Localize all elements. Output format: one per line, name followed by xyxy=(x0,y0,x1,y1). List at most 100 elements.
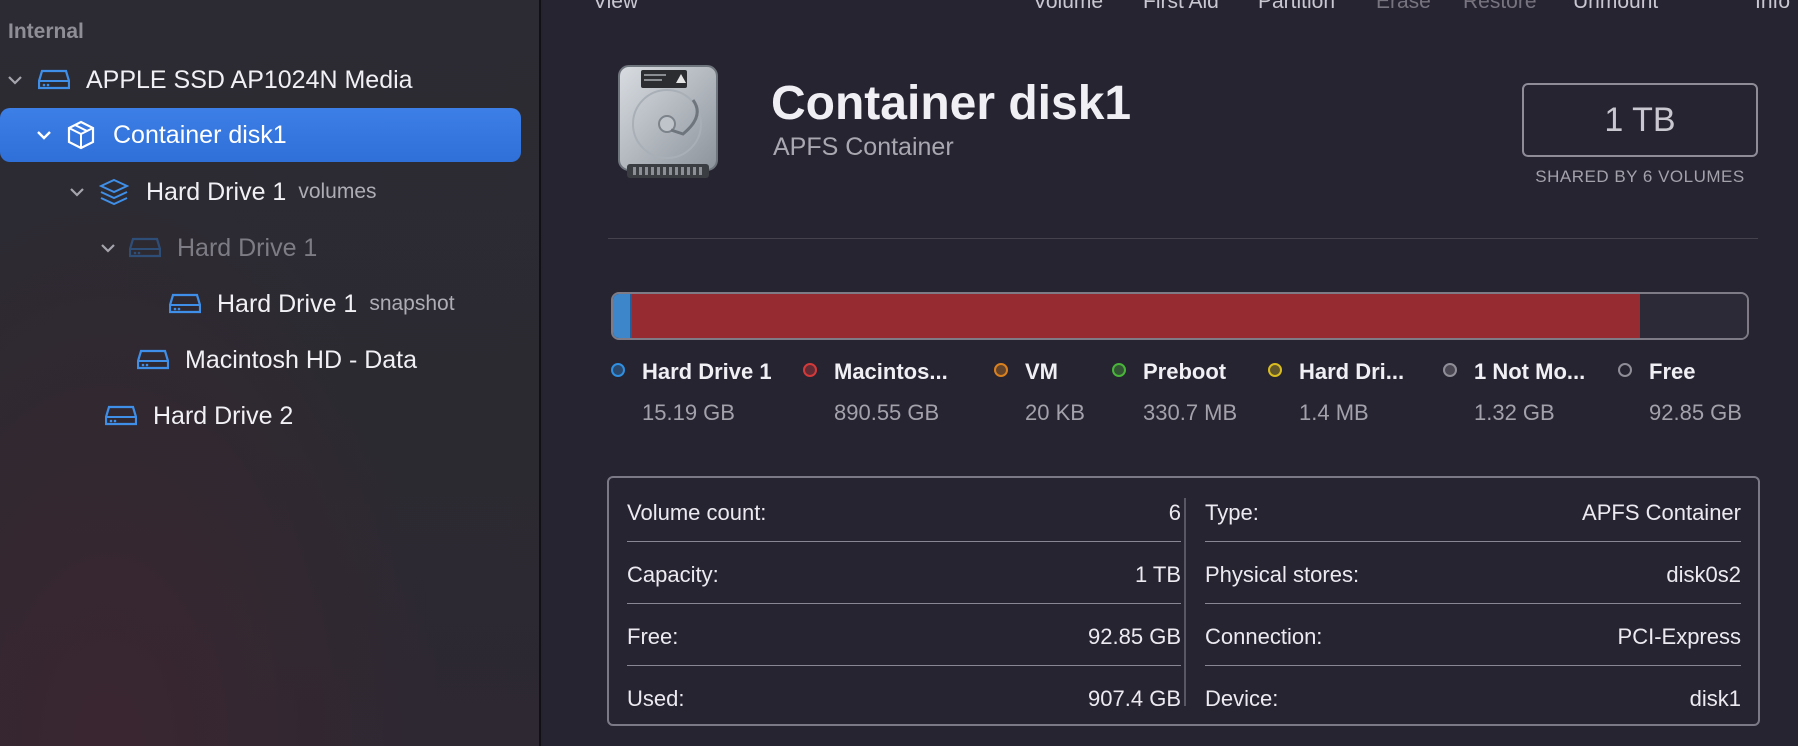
legend-name: VM xyxy=(1025,359,1058,384)
info-row-used: Used: 907.4 GB xyxy=(627,668,1181,728)
legend-size: 330.7 MB xyxy=(1143,400,1238,425)
legend-name: 1 Not Mo... xyxy=(1474,359,1586,384)
usage-segment xyxy=(1640,294,1747,338)
legend-size: 890.55 GB xyxy=(834,400,940,425)
sidebar-item-label: Container disk1 xyxy=(113,120,287,149)
legend-swatch xyxy=(611,363,625,377)
legend-name: Hard Dri... xyxy=(1299,359,1405,384)
drive-icon xyxy=(127,233,163,263)
legend-swatch xyxy=(1443,363,1457,377)
info-key: Device: xyxy=(1205,686,1279,711)
page-title: Container disk1 xyxy=(771,77,1132,130)
info-row-physical-stores: Physical stores: disk0s2 xyxy=(1205,544,1741,604)
usage-segment xyxy=(632,294,1641,338)
row-divider xyxy=(627,665,1181,666)
sidebar-item-label: APPLE SSD AP1024N Media xyxy=(86,65,413,94)
main-panel: View Volume First Aid Partition Erase Re… xyxy=(543,0,1798,746)
sidebar-item-label: Hard Drive 1 xyxy=(146,177,287,206)
info-column-divider xyxy=(1184,498,1186,706)
row-divider xyxy=(1205,541,1741,542)
legend-size: 1.4 MB xyxy=(1299,400,1369,425)
info-value: disk0s2 xyxy=(1666,562,1741,587)
info-key: Type: xyxy=(1205,500,1259,525)
drive-icon xyxy=(167,289,203,319)
info-value: 907.4 GB xyxy=(1088,686,1181,711)
usage-segment xyxy=(613,294,633,338)
header-divider xyxy=(608,238,1758,239)
info-row-type: Type: APFS Container xyxy=(1205,482,1741,542)
info-value: 92.85 GB xyxy=(1088,624,1181,649)
info-table: Volume count: 6 Capacity: 1 TB Free: 92.… xyxy=(607,476,1760,726)
info-key: Used: xyxy=(627,686,685,711)
sidebar-item-label: Hard Drive 1 xyxy=(177,233,318,262)
info-row-volume-count: Volume count: 6 xyxy=(627,482,1181,542)
legend-name: Preboot xyxy=(1143,359,1227,384)
sidebar-item-container-disk1[interactable]: Container disk1 xyxy=(0,108,521,162)
sidebar-item-apple-ssd[interactable]: APPLE SSD AP1024N Media xyxy=(4,53,534,107)
capacity-subtitle: SHARED BY 6 VOLUMES xyxy=(1535,167,1745,186)
info-value: 1 TB xyxy=(1134,562,1181,587)
info-key: Volume count: xyxy=(627,500,767,525)
volume-group-icon xyxy=(96,177,132,207)
info-row-free: Free: 92.85 GB xyxy=(627,606,1181,666)
toolbar-first-aid-label[interactable]: First Aid xyxy=(1143,0,1219,13)
drive-icon xyxy=(135,345,171,375)
sidebar-item-sublabel: volumes xyxy=(298,180,377,203)
container-icon xyxy=(63,120,99,150)
row-divider xyxy=(1205,665,1741,666)
info-value: APFS Container xyxy=(1582,500,1741,525)
toolbar-restore-label[interactable]: Restore xyxy=(1463,0,1537,13)
toolbar-info-label[interactable]: Info xyxy=(1755,0,1790,13)
sidebar-item-macintosh-hd-data[interactable]: Macintosh HD - Data xyxy=(129,333,529,387)
toolbar-volume-label[interactable]: Volume xyxy=(1033,0,1103,13)
toolbar-view-label[interactable]: View xyxy=(593,0,638,13)
toolbar-partition-label[interactable]: Partition xyxy=(1258,0,1335,13)
sidebar-item-label: Hard Drive 2 xyxy=(153,401,294,430)
usage-bar xyxy=(611,292,1749,340)
capacity-box: 1 TB xyxy=(1522,83,1758,157)
capacity-value: 1 TB xyxy=(1604,100,1676,139)
sidebar: Internal APPLE SSD AP1024N Media Contain… xyxy=(0,0,541,746)
legend-size: 20 KB xyxy=(1025,400,1085,425)
info-key: Connection: xyxy=(1205,624,1323,649)
sidebar-item-hard-drive-2[interactable]: Hard Drive 2 xyxy=(97,389,527,443)
legend-swatch xyxy=(1268,363,1282,377)
sidebar-item-hard-drive-1-snapshot[interactable]: Hard Drive 1 snapshot xyxy=(161,277,531,331)
chevron-down-icon[interactable] xyxy=(33,124,55,146)
sidebar-item-label: Macintosh HD - Data xyxy=(185,345,418,374)
info-value: 6 xyxy=(1168,500,1181,525)
legend-swatch xyxy=(994,363,1008,377)
legend-size: 15.19 GB xyxy=(642,400,735,425)
sidebar-item-hard-drive-1-volumes[interactable]: Hard Drive 1 volumes xyxy=(66,165,526,219)
hard-disk-icon xyxy=(613,64,723,180)
sidebar-item-sublabel: snapshot xyxy=(369,292,455,315)
legend-size: 1.32 GB xyxy=(1474,400,1555,425)
info-key: Free: xyxy=(627,624,679,649)
info-row-capacity: Capacity: 1 TB xyxy=(627,544,1181,604)
info-key: Capacity: xyxy=(627,562,719,587)
toolbar-erase-label[interactable]: Erase xyxy=(1376,0,1431,13)
chevron-down-icon[interactable] xyxy=(66,181,88,203)
page-subtitle: APFS Container xyxy=(773,133,954,161)
legend-name: Hard Drive 1 xyxy=(642,359,772,384)
chevron-down-icon[interactable] xyxy=(97,237,119,259)
info-row-connection: Connection: PCI-Express xyxy=(1205,606,1741,666)
chevron-down-icon[interactable] xyxy=(4,69,26,91)
row-divider xyxy=(627,541,1181,542)
info-value: PCI-Express xyxy=(1617,624,1741,649)
legend-name: Free xyxy=(1649,359,1696,384)
sidebar-item-hard-drive-1[interactable]: Hard Drive 1 xyxy=(97,221,517,275)
toolbar-unmount-label[interactable]: Unmount xyxy=(1573,0,1658,13)
info-row-device: Device: disk1 xyxy=(1205,668,1741,728)
legend-swatch xyxy=(1112,363,1126,377)
sidebar-item-label: Hard Drive 1 xyxy=(217,289,358,318)
row-divider xyxy=(627,603,1181,604)
row-divider xyxy=(1205,603,1741,604)
info-value: disk1 xyxy=(1689,686,1741,711)
sidebar-section-title: Internal xyxy=(8,20,84,43)
legend-name: Macintos... xyxy=(834,359,948,384)
info-key: Physical stores: xyxy=(1205,562,1360,587)
drive-icon xyxy=(36,65,72,95)
drive-icon xyxy=(103,401,139,431)
legend-swatch xyxy=(1618,363,1632,377)
